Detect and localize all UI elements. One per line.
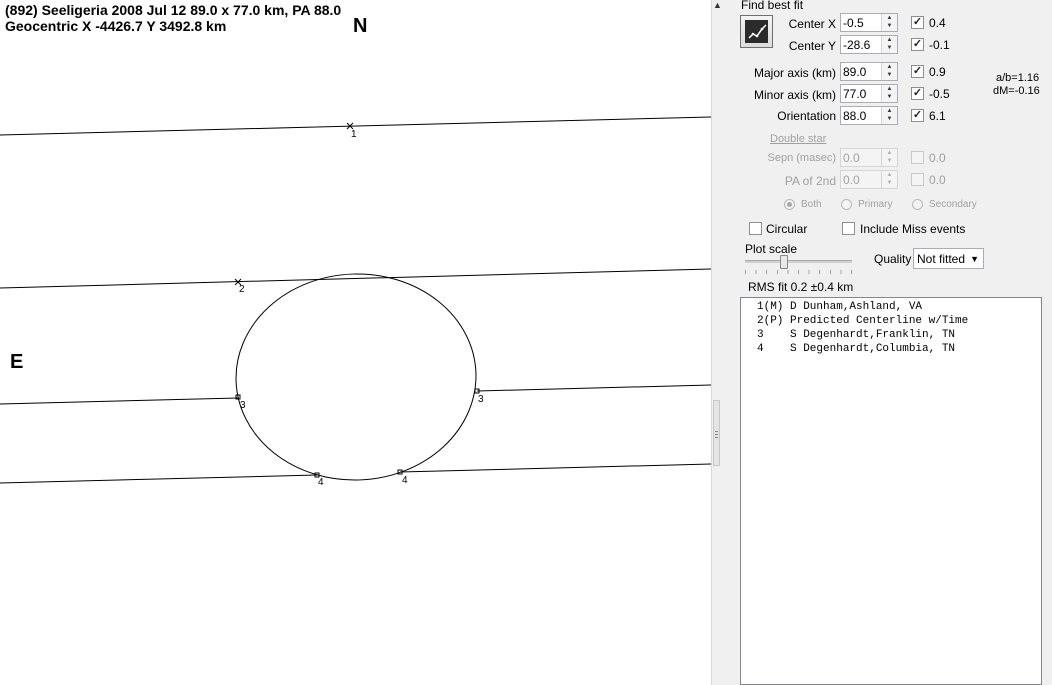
find-best-fit-label: Find best fit [741,0,804,12]
radio-both[interactable] [784,199,795,210]
pa-of-2nd-label: PA of 2nd [784,174,836,188]
circular-label: Circular [766,222,808,236]
major-axis-field[interactable]: 89.0 ▲ ▼ [840,62,898,81]
plot-title: (892) Seeligeria 2008 Jul 12 89.0 x 77.0… [5,2,342,18]
center-y-label: Center Y [788,39,836,53]
list-item[interactable]: 3 S Degenhardt,Franklin, TN [757,329,955,341]
plot-scale-thumb[interactable] [780,255,788,269]
chord-line-3-left [0,397,239,405]
center-x-delta: 0.4 [929,16,946,30]
list-item[interactable]: 4 S Degenhardt,Columbia, TN [757,343,955,355]
minor-axis-checkbox[interactable]: ✓ [911,87,924,100]
sepn-delta: 0.0 [929,151,946,165]
center-x-field[interactable]: -0.5 ▲ ▼ [840,13,898,32]
radio-primary-label: Primary [858,199,893,210]
major-axis-checkbox[interactable]: ✓ [911,65,924,78]
radio-both-label: Both [801,199,822,210]
sepn-field[interactable]: 0.0 ▲ ▼ [840,148,898,167]
circular-checkbox[interactable] [749,222,762,235]
center-x-label: Center X [788,17,836,31]
minor-axis-label: Minor axis (km) [753,88,836,102]
dm-text: dM=-0.16 [993,85,1040,97]
splitter-grip-icon[interactable] [713,400,720,466]
orientation-delta: 6.1 [929,109,946,123]
profile-plot[interactable]: 1 2 3 3 4 4 (892) Seeligeria 2008 Jul 12… [0,0,711,685]
radio-primary[interactable] [841,199,852,210]
major-axis-delta: 0.9 [929,65,946,79]
chevron-down-icon: ▼ [970,254,979,264]
quality-select[interactable]: Not fitted ▼ [913,248,984,269]
chord-line-4-left [0,474,318,484]
center-y-delta: -0.1 [929,38,950,52]
sepn-label: Sepn (masec) [767,152,836,164]
include-miss-label: Include Miss events [860,222,966,236]
orientation-checkbox[interactable]: ✓ [911,109,924,122]
pa-of-2nd-delta: 0.0 [929,173,946,187]
sepn-checkbox[interactable] [911,151,924,164]
center-y-checkbox[interactable]: ✓ [911,38,924,51]
chord-label-3-left: 3 [240,400,246,411]
pa-of-2nd-field[interactable]: 0.0 ▲ ▼ [840,170,898,189]
double-star-link[interactable]: Double star [770,133,826,145]
minor-axis-delta: -0.5 [929,87,950,101]
east-label: E [10,351,24,373]
fitted-ellipse [235,273,477,481]
include-miss-checkbox[interactable] [842,222,855,235]
orientation-label: Orientation [777,109,836,123]
chord-label-4-left: 4 [318,477,324,488]
radio-secondary-label: Secondary [929,199,977,210]
major-axis-label: Major axis (km) [753,66,836,80]
fit-panel: Find best fit Center X -0.5 ▲ ▼ ✓ 0.4 Cent… [720,0,1052,685]
ratio-text: a/b=1.16 [996,72,1040,84]
minor-axis-field[interactable]: 77.0 ▲ ▼ [840,84,898,103]
center-x-checkbox[interactable]: ✓ [911,16,924,29]
quality-label: Quality [874,252,912,266]
list-item[interactable]: 2(P) Predicted Centerline w/Time [757,315,968,327]
list-item[interactable]: 1(M) D Dunham,Ashland, VA [757,301,922,313]
plot-canvas: 1 2 3 3 4 4 [0,116,711,488]
geocentric-coords: Geocentric X -4426.7 Y 3492.8 km [5,18,227,34]
chord-label-2: 2 [239,284,245,295]
chord-line-4-right [399,463,711,473]
orientation-field[interactable]: 88.0 ▲ ▼ [840,106,898,125]
north-label: N [353,15,368,37]
plot-scale-slider[interactable] [745,255,852,278]
chord-line-2 [0,268,711,289]
pa-of-2nd-checkbox[interactable] [911,173,924,186]
center-y-field[interactable]: -28.6 ▲ ▼ [840,35,898,54]
chord-label-4-right: 4 [402,475,408,486]
observers-list[interactable]: 1(M) D Dunham,Ashland, VA 2(P) Predicted… [740,297,1042,685]
rms-fit-text: RMS fit 0.2 ±0.4 km [748,280,854,294]
chord-label-1: 1 [351,129,357,140]
radio-secondary[interactable] [912,199,923,210]
chord-label-3-right: 3 [478,394,484,405]
plot-scale-label: Plot scale [745,242,798,256]
chord-line-3-right [476,384,711,392]
